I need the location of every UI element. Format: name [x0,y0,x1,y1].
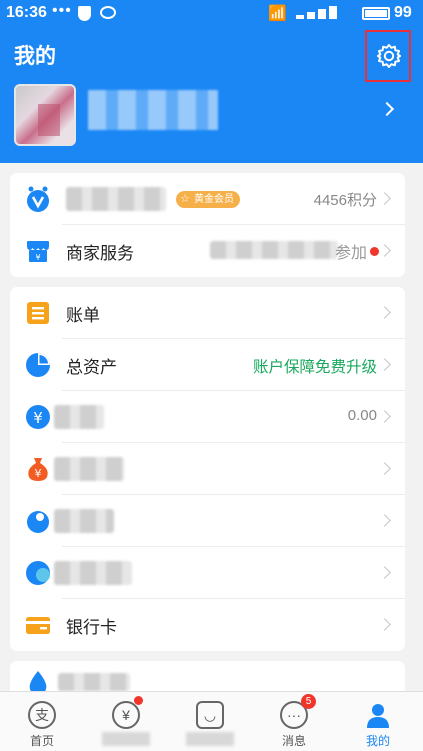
tab-friends[interactable]: ◡ [168,692,252,751]
bank-card-icon [26,617,50,634]
credit-row[interactable] [10,547,405,599]
tab-mine-label: 我的 [365,734,390,748]
merchant-service-label: 商家服务 [66,244,134,263]
balance-value: 0.00 [347,407,377,424]
battery-icon [362,7,390,20]
merchant-hint-blurred [210,241,338,259]
bottom-nav: 支 首页 ¥ ◡ ··· 5 消息 我的 [0,691,423,751]
bank-card-label: 银行卡 [66,618,117,637]
message-count-badge: 5 [301,694,316,709]
balance-row[interactable]: ¥ 0.00 [10,391,405,443]
svg-text:¥: ¥ [35,253,40,262]
shield-icon [78,6,91,21]
tab-wealth-label-blurred [102,732,150,746]
settings-button[interactable] [365,30,411,82]
chevron-right-icon [378,410,391,423]
signal-icon [296,5,350,19]
notification-dots: ••• [52,2,72,19]
merchant-service-row[interactable]: ¥ 商家服务 参加 [10,225,405,277]
yen-icon: ¥ [26,405,50,429]
weibo-icon [100,6,116,19]
member-card: 黄金会员 4456积分 ¥ 商家服务 参加 [10,173,405,277]
chevron-right-icon [378,358,391,371]
gear-icon [377,44,401,68]
svg-text:¥: ¥ [33,409,43,427]
tab-friends-label-blurred [186,732,234,746]
tab-home[interactable]: 支 首页 [0,692,84,751]
member-label-blurred [66,187,166,211]
tab-wealth[interactable]: ¥ [84,692,168,751]
shop-icon: ¥ [27,241,49,262]
profile-header: 16:36 ••• 📶 99 我的 [0,0,423,163]
svg-text:¥: ¥ [35,467,42,480]
yuebao-label-blurred [54,457,124,481]
bill-row[interactable]: 账单 [10,287,405,339]
tab-home-label: 首页 [29,734,54,748]
wifi-icon: 📶 [268,5,287,22]
pie-chart-icon [26,353,50,377]
yuebao-row[interactable]: ¥ [10,443,405,495]
chevron-right-icon [378,514,391,527]
yen-circle-icon: ¥ [112,701,140,729]
chevron-right-icon [378,244,391,257]
assets-card: 账单 总资产 账户保障免费升级 ¥ 0.00 ¥ 银行卡 [10,287,405,651]
tab-messages-label: 消息 [281,734,306,748]
extra-label-blurred [58,673,130,691]
fund-label-blurred [54,509,114,533]
chevron-right-icon [378,566,391,579]
member-icon [27,186,49,212]
notification-dot [134,696,143,705]
gold-member-badge: 黄金会员 [176,191,240,208]
balance-label-blurred [54,405,104,429]
water-drop-icon [27,511,49,533]
credit-label-blurred [54,561,132,585]
chevron-right-icon [378,192,391,205]
tab-messages[interactable]: ··· 5 消息 [252,692,336,751]
status-time: 16:36 [6,4,47,21]
chevron-right-icon [378,462,391,475]
username-blurred [88,90,218,130]
friends-icon: ◡ [196,701,224,729]
bill-icon [27,302,49,324]
person-icon [367,704,389,728]
member-row[interactable]: 黄金会员 4456积分 [10,173,405,225]
chevron-right-icon[interactable] [379,101,395,117]
points-value: 4456积分 [313,192,377,209]
fund-row[interactable] [10,495,405,547]
chevron-right-icon [378,306,391,319]
chevron-right-icon [378,618,391,631]
circle-icon [26,561,50,585]
total-assets-label: 总资产 [66,358,117,377]
status-bar: 16:36 ••• 📶 99 [0,0,423,28]
account-protection-hint: 账户保障免费升级 [252,359,377,376]
bill-label: 账单 [66,306,100,325]
page-title: 我的 [14,45,56,68]
money-bag-icon: ¥ [28,458,48,481]
bank-card-row[interactable]: 银行卡 [10,599,405,651]
avatar[interactable] [14,84,76,146]
alipay-icon: 支 [28,701,56,729]
notification-dot [370,247,379,256]
tab-mine[interactable]: 我的 [336,692,420,751]
merchant-hint-suffix: 参加 [334,245,367,262]
battery-level: 99 [394,4,412,21]
total-assets-row[interactable]: 总资产 账户保障免费升级 [10,339,405,391]
